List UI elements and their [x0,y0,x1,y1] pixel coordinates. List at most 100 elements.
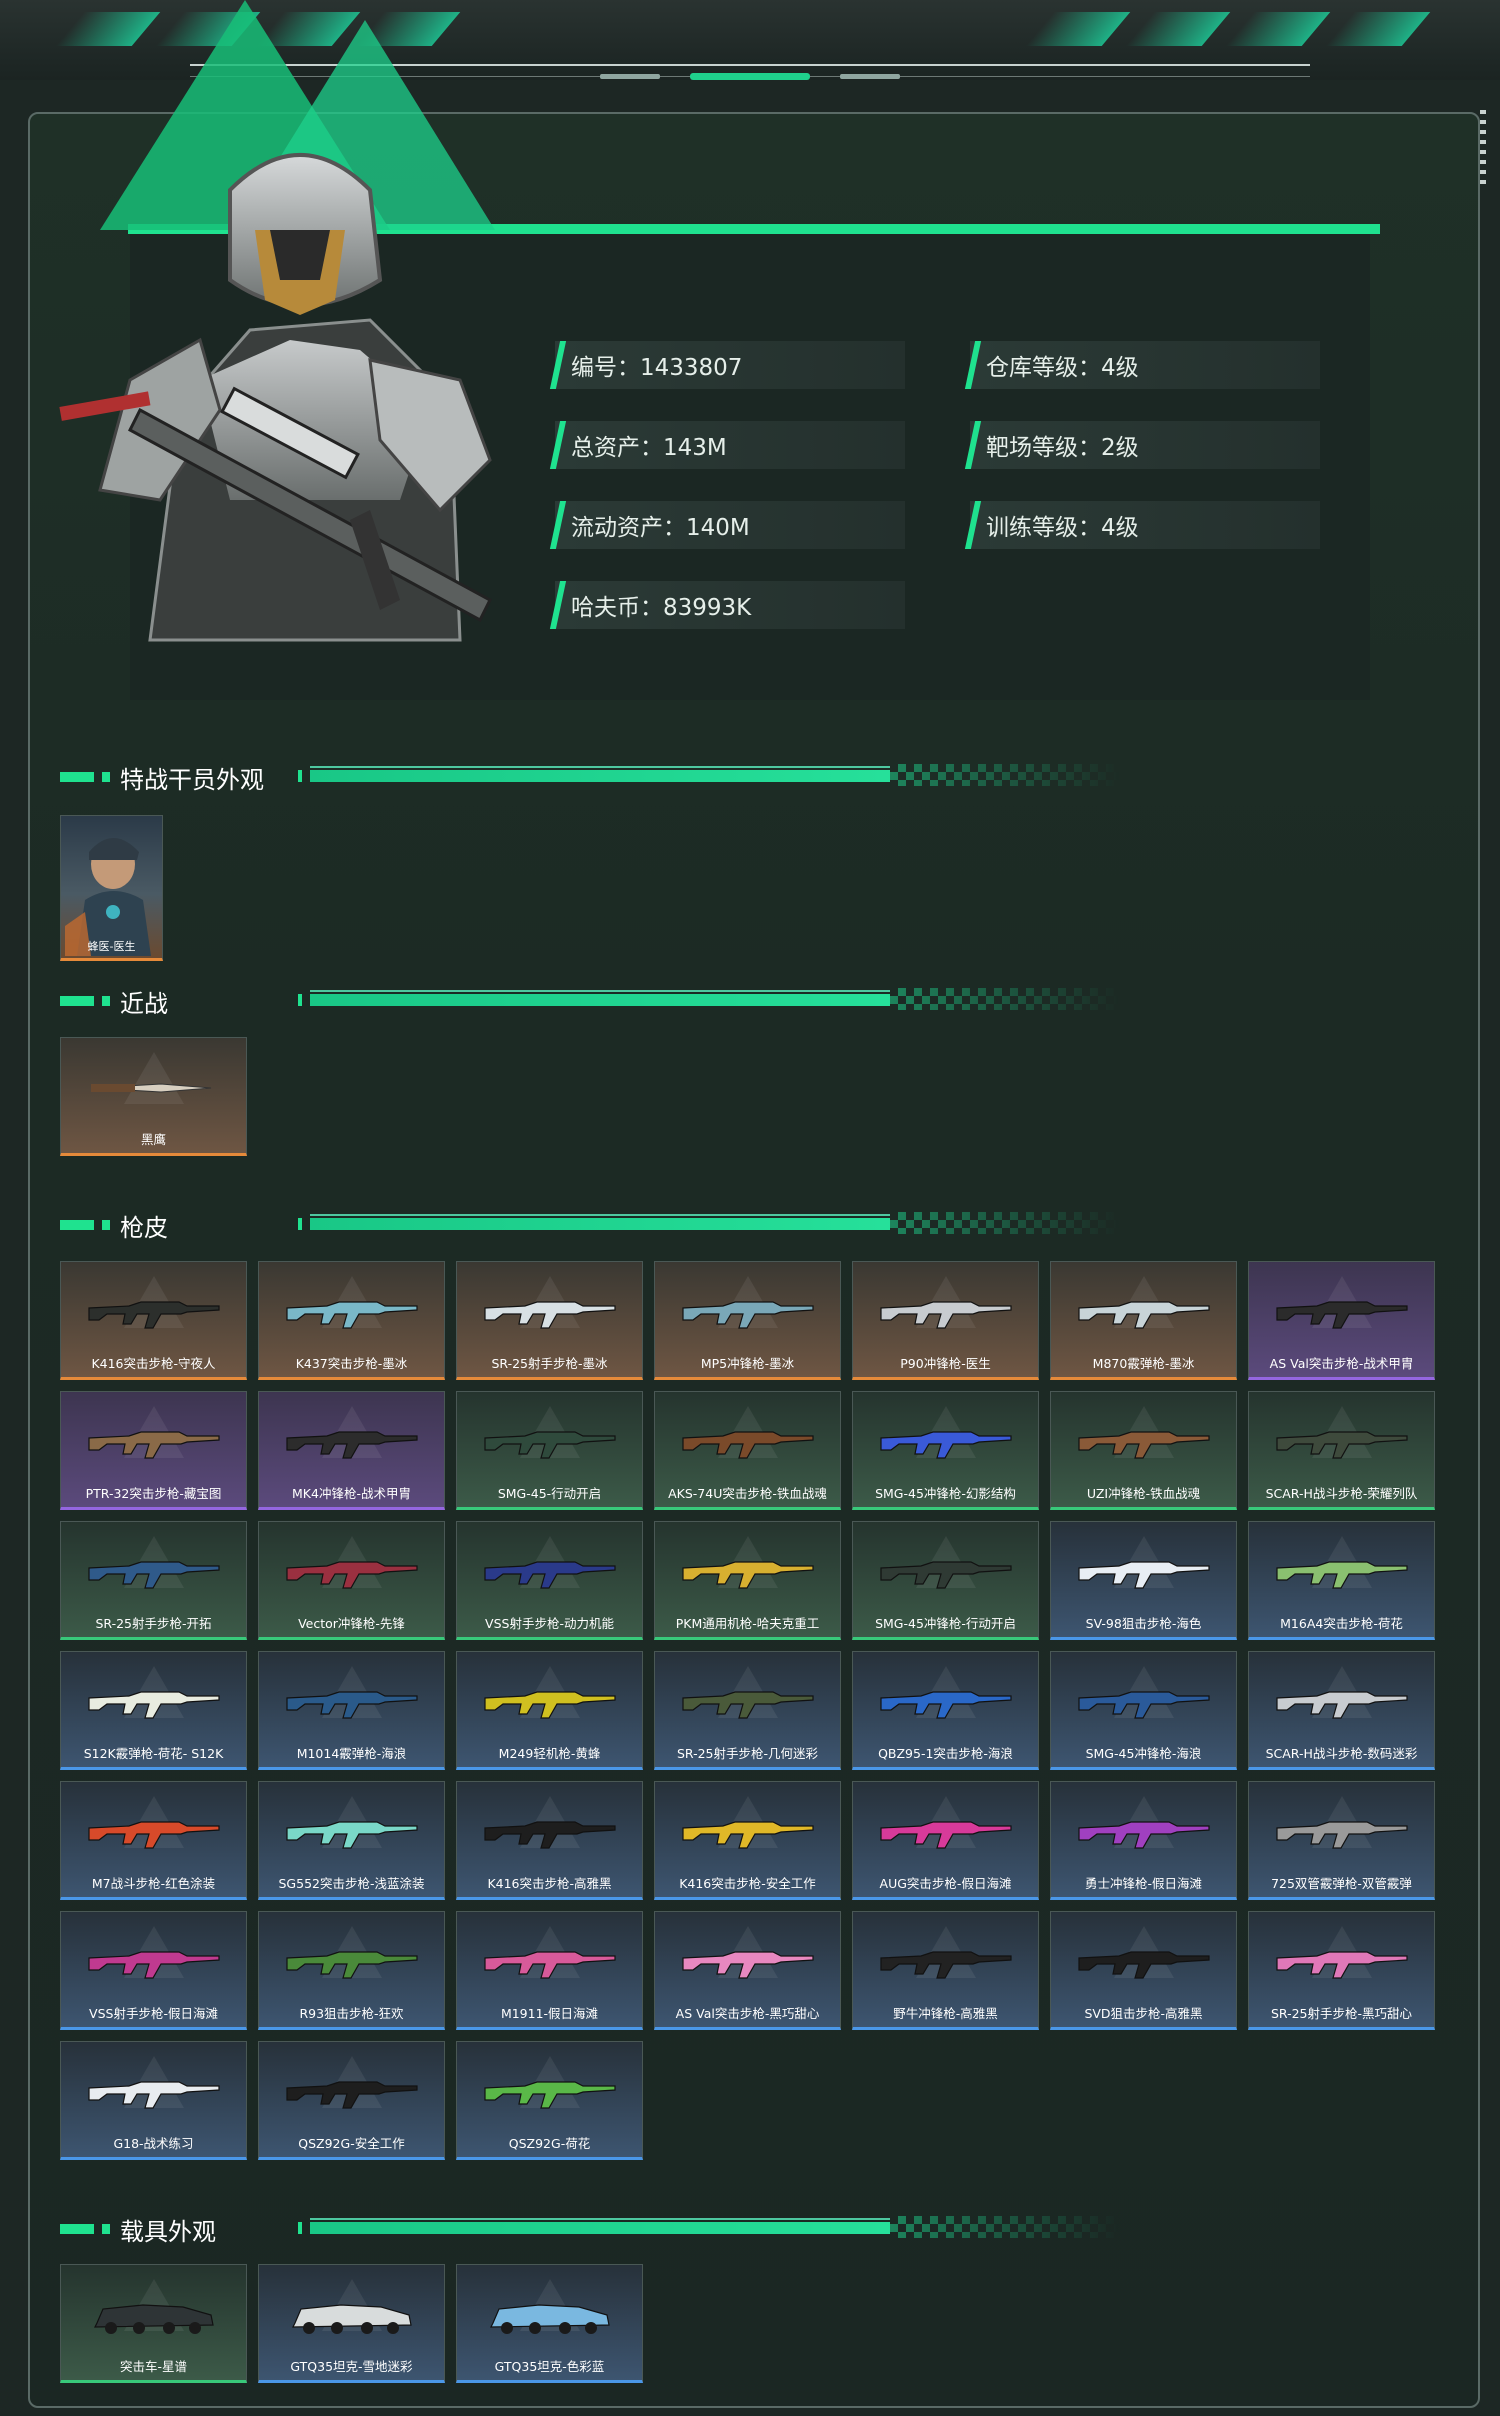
section-title: 载具外观 [120,2218,216,2246]
gun-image [682,1431,814,1459]
vehicle-skin-card[interactable]: GTQ35坦克-雪地迷彩 [258,2264,445,2383]
knife-skin-card[interactable]: 黑鹰 [60,1037,247,1156]
gun-skin-card[interactable]: K437突击步枪-墨冰 [258,1261,445,1380]
operator-portrait-image [59,153,492,642]
gun-skin-card[interactable]: SCAR-H战斗步枪-数码迷彩 [1248,1651,1435,1770]
gun-skin-label: VSS射手步枪-假日海滩 [89,2006,218,2021]
gun-skin-card[interactable]: QBZ95-1突击步枪-海浪 [852,1651,1039,1770]
gun-skin-card[interactable]: SR-25射手步枪-几何迷彩 [654,1651,841,1770]
gun-skin-card[interactable]: M1911-假日海滩 [456,1911,643,2030]
section-marker [60,2224,94,2234]
section-header-gun-skins: 枪皮 [60,1206,1120,1246]
vehicle-skin-card[interactable]: GTQ35坦克-色彩蓝 [456,2264,643,2383]
gun-skin-card[interactable]: PTR-32突击步枪-藏宝图 [60,1391,247,1510]
gun-skin-card[interactable]: 725双管霰弹枪-双管霰弹 [1248,1781,1435,1900]
section-line-tick [298,770,302,782]
gun-skin-label: 野牛冲锋枪-高雅黑 [893,2006,998,2021]
gun-skin-card[interactable]: VSS射手步枪-假日海滩 [60,1911,247,2030]
liquid-assets-text: 流动资产：140M [571,515,750,541]
gun-skin-card[interactable]: M1014霰弹枪-海浪 [258,1651,445,1770]
gun-skin-label: SG552突击步枪-浅蓝涂装 [278,1876,425,1891]
gun-skin-card[interactable]: AUG突击步枪-假日海滩 [852,1781,1039,1900]
section-line-tick [298,2222,302,2234]
gun-skin-card[interactable]: AKS-74U突击步枪-铁血战魂 [654,1391,841,1510]
gun-skin-card[interactable]: M16A4突击步枪-荷花 [1248,1521,1435,1640]
gun-skin-card[interactable]: R93狙击步枪-狂欢 [258,1911,445,2030]
header-stripe-decoration [1025,12,1131,46]
gun-skin-card[interactable]: QSZ92G-荷花 [456,2041,643,2160]
gun-skin-label: R93狙击步枪-狂欢 [299,2006,404,2021]
gun-skin-card[interactable]: SMG-45冲锋枪-幻影结构 [852,1391,1039,1510]
gun-image [484,1951,616,1979]
gun-skin-card[interactable]: SR-25射手步枪-开拓 [60,1521,247,1640]
gun-skin-card[interactable]: K416突击步枪-高雅黑 [456,1781,643,1900]
operator-skin-card[interactable]: 蜂医-医生 [60,815,163,961]
section-title: 特战干员外观 [120,766,264,794]
vehicle-skin-grid: 突击车-星谱 GTQ35坦克-雪地迷彩 GTQ35坦克-色彩蓝 [60,2264,1435,2383]
gun-skin-card[interactable]: 勇士冲锋枪-假日海滩 [1050,1781,1237,1900]
gun-skin-card[interactable]: SR-25射手步枪-黑巧甜心 [1248,1911,1435,2030]
gun-skin-card[interactable]: SG552突击步枪-浅蓝涂装 [258,1781,445,1900]
gun-skin-card[interactable]: MP5冲锋枪-墨冰 [654,1261,841,1380]
section-marker [102,2224,110,2234]
gun-image [286,1301,418,1329]
gun-skin-label: PKM通用机枪-哈夫克重工 [675,1616,820,1631]
scroll-indicator[interactable] [1480,110,1486,190]
gun-image [88,1951,220,1979]
gun-skin-label: SMG-45冲锋枪-幻影结构 [875,1486,1016,1501]
gun-image [880,1951,1012,1979]
section-marker [60,996,94,1006]
gun-skin-label: AS Val突击步枪-黑巧甜心 [675,2006,820,2021]
gun-skin-card[interactable]: G18-战术练习 [60,2041,247,2160]
gun-skin-label: M1014霰弹枪-海浪 [296,1746,407,1761]
gun-skin-card[interactable]: K416突击步枪-守夜人 [60,1261,247,1380]
gun-skin-label: AUG突击步枪-假日海滩 [879,1876,1012,1891]
section-title: 枪皮 [120,1214,168,1242]
gun-skin-label: VSS射手步枪-动力机能 [485,1616,614,1631]
header-rail-indicator-active [690,73,810,80]
gun-skin-card[interactable]: K416突击步枪-安全工作 [654,1781,841,1900]
gun-skin-card[interactable]: 野牛冲锋枪-高雅黑 [852,1911,1039,2030]
vehicle-skin-label: GTQ35坦克-色彩蓝 [494,2359,605,2374]
gun-skin-card[interactable]: QSZ92G-安全工作 [258,2041,445,2160]
gun-skin-card[interactable]: SR-25射手步枪-墨冰 [456,1261,643,1380]
gun-skin-label: SV-98狙击步枪-海色 [1085,1616,1202,1631]
section-line [310,1218,890,1230]
gun-skin-card[interactable]: AS Val突击步枪-战术甲胄 [1248,1261,1435,1380]
gun-skin-label: M249轻机枪-黄蜂 [498,1746,601,1761]
section-marker [60,1220,94,1230]
gun-image [1078,1431,1210,1459]
vehicle-skin-card[interactable]: 突击车-星谱 [60,2264,247,2383]
profile-total-assets: 总资产：143M [555,421,905,469]
gun-skin-card[interactable]: AS Val突击步枪-黑巧甜心 [654,1911,841,2030]
gun-skin-card[interactable]: P90冲锋枪-医生 [852,1261,1039,1380]
gun-skin-card[interactable]: SMG-45-行动开启 [456,1391,643,1510]
gun-skin-label: AKS-74U突击步枪-铁血战魂 [668,1486,827,1501]
gun-skin-card[interactable]: PKM通用机枪-哈夫克重工 [654,1521,841,1640]
gun-image [1276,1431,1408,1459]
warehouse-level-text: 仓库等级：4级 [986,355,1139,381]
gun-skin-card[interactable]: SMG-45冲锋枪-海浪 [1050,1651,1237,1770]
gun-skin-card[interactable]: MK4冲锋枪-战术甲胄 [258,1391,445,1510]
gun-image [1078,1301,1210,1329]
gun-skin-card[interactable]: SCAR-H战斗步枪-荣耀列队 [1248,1391,1435,1510]
range-level-text: 靶场等级：2级 [986,435,1139,461]
gun-skin-card[interactable]: SVD狙击步枪-高雅黑 [1050,1911,1237,2030]
gun-skin-card[interactable]: Vector冲锋枪-先锋 [258,1521,445,1640]
section-checker-decoration [890,2216,1120,2238]
gun-skin-card[interactable]: SMG-45冲锋枪-行动开启 [852,1521,1039,1640]
gun-image [88,1691,220,1719]
gun-skin-card[interactable]: UZI冲锋枪-铁血战魂 [1050,1391,1237,1510]
gun-image [682,1301,814,1329]
gun-skin-card[interactable]: S12K霰弹枪-荷花- S12K [60,1651,247,1770]
gun-skin-label: PTR-32突击步枪-藏宝图 [85,1486,222,1501]
gun-skin-card[interactable]: M249轻机枪-黄蜂 [456,1651,643,1770]
gun-skin-card[interactable]: M870霰弹枪-墨冰 [1050,1261,1237,1380]
gun-skin-label: SR-25射手步枪-墨冰 [491,1356,608,1371]
gun-image [880,1561,1012,1589]
gun-skin-label: QBZ95-1突击步枪-海浪 [878,1746,1013,1761]
section-checker-decoration [890,988,1120,1010]
gun-skin-card[interactable]: VSS射手步枪-动力机能 [456,1521,643,1640]
gun-skin-card[interactable]: SV-98狙击步枪-海色 [1050,1521,1237,1640]
gun-skin-card[interactable]: M7战斗步枪-红色涂装 [60,1781,247,1900]
